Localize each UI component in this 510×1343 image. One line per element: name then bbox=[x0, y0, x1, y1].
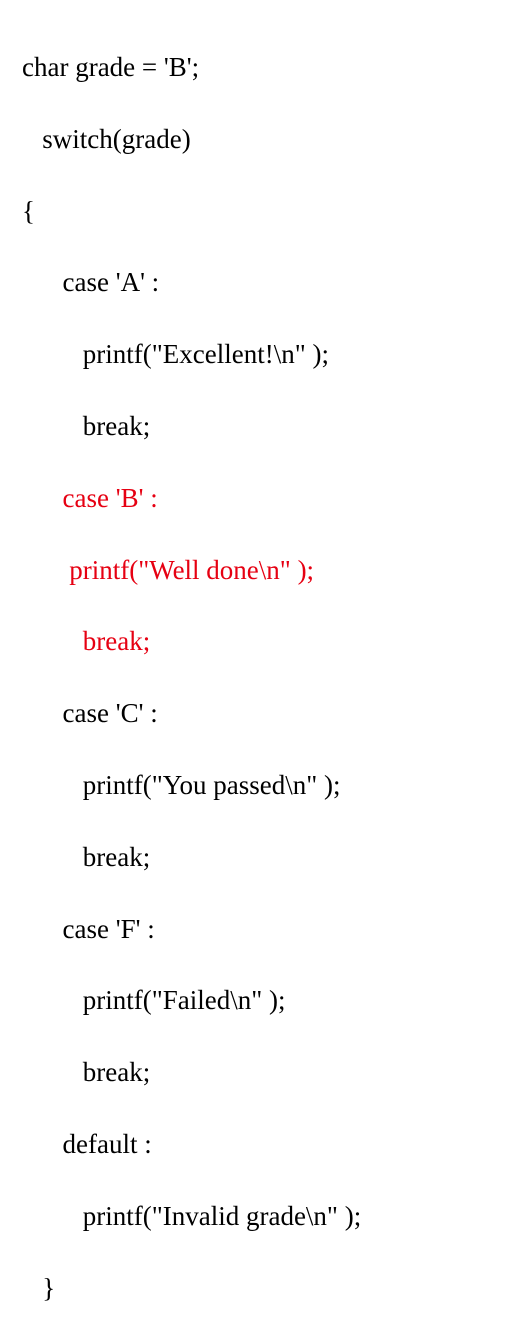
code-line: printf("You passed\n" ); bbox=[22, 768, 510, 804]
code-snippet: char grade = 'B'; switch(grade) { case '… bbox=[0, 0, 510, 1343]
code-line: case 'F' : bbox=[22, 912, 510, 948]
code-line-highlight: case 'B' : bbox=[22, 481, 510, 517]
code-line-highlight: printf("Well done\n" ); bbox=[22, 553, 510, 589]
code-line-highlight: break; bbox=[22, 624, 510, 660]
code-line: break; bbox=[22, 1055, 510, 1091]
code-line: case 'C' : bbox=[22, 696, 510, 732]
code-line: printf("Excellent!\n" ); bbox=[22, 337, 510, 373]
code-line: printf("Invalid grade\n" ); bbox=[22, 1199, 510, 1235]
code-line: { bbox=[22, 194, 510, 230]
code-line: printf("Failed\n" ); bbox=[22, 983, 510, 1019]
code-line: } bbox=[22, 1271, 510, 1307]
code-line: switch(grade) bbox=[22, 122, 510, 158]
code-line: case 'A' : bbox=[22, 265, 510, 301]
code-line: char grade = 'B'; bbox=[22, 50, 510, 86]
code-line: default : bbox=[22, 1127, 510, 1163]
code-line: break; bbox=[22, 409, 510, 445]
code-line: break; bbox=[22, 840, 510, 876]
